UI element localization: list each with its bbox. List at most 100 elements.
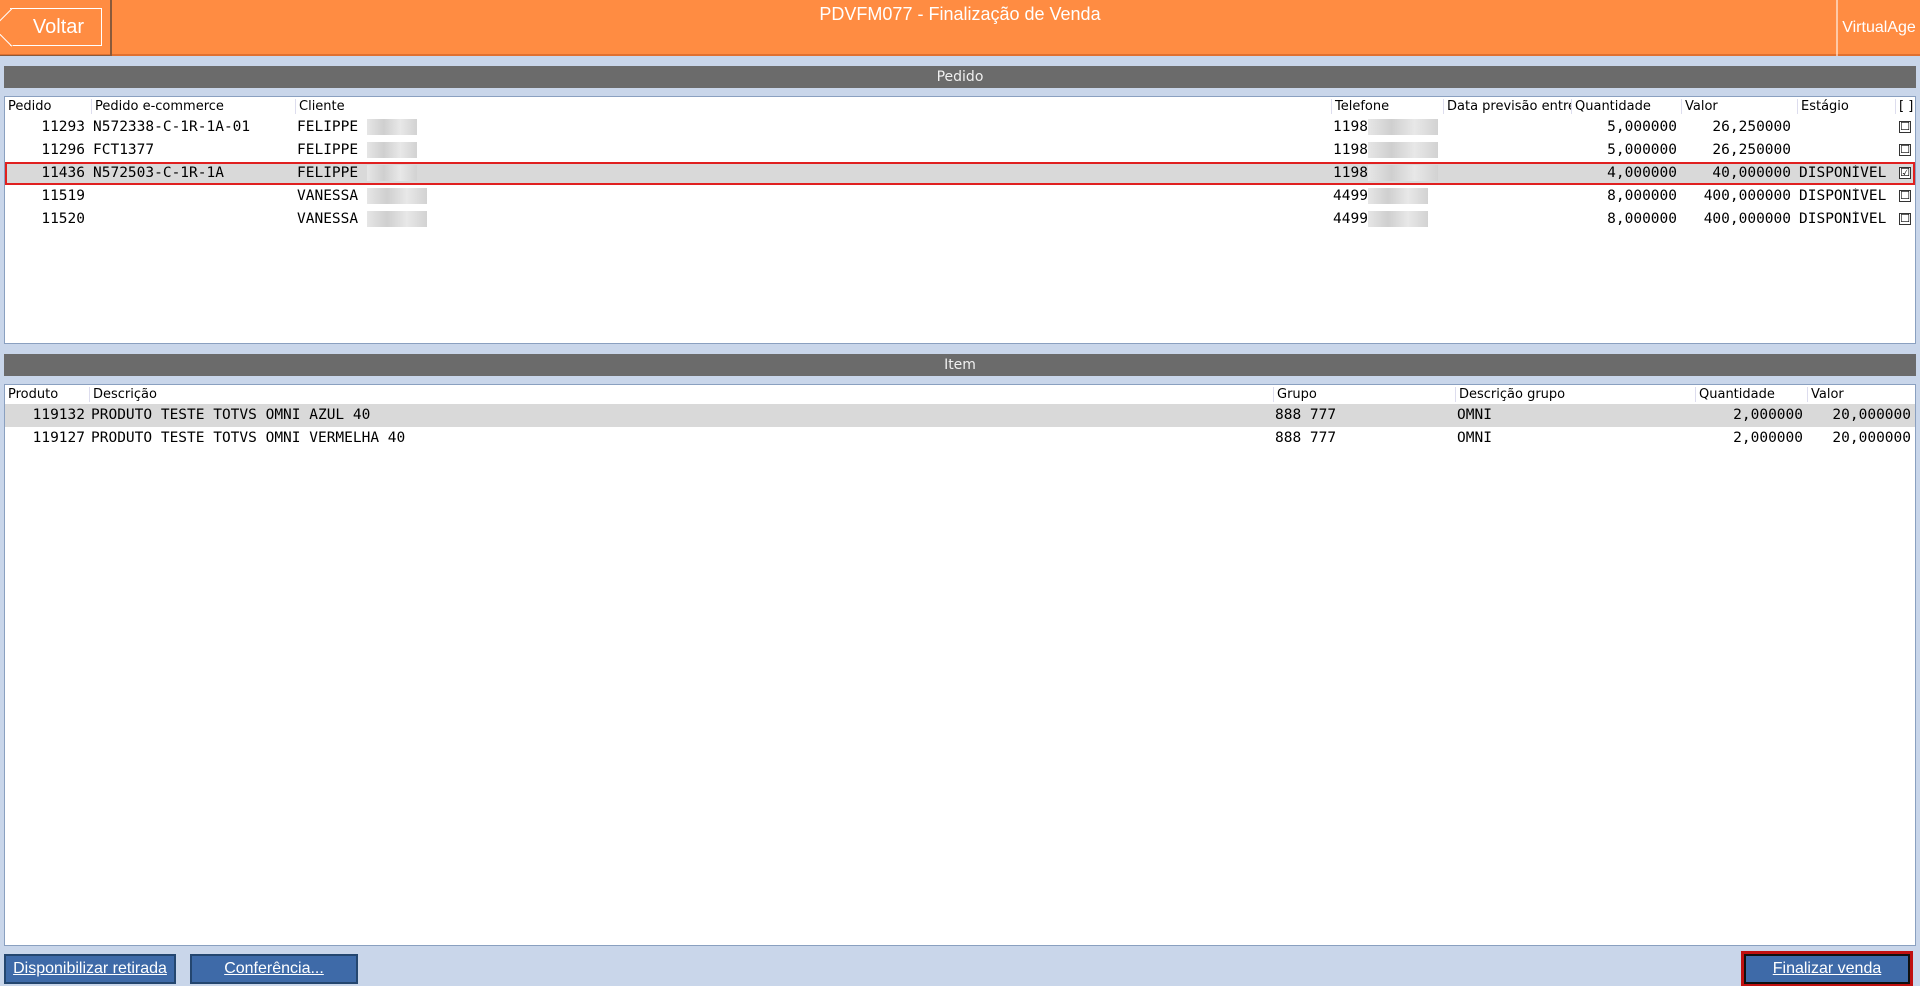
- cell-valor: 26,250000: [1712, 142, 1791, 158]
- telefone-prefix: 1198: [1333, 142, 1368, 158]
- cell-pedido: 11519: [41, 188, 85, 204]
- redacted-text: [1367, 165, 1438, 181]
- redacted-text: [1367, 188, 1428, 204]
- cell-valor: 40,000000: [1712, 165, 1791, 181]
- cell-telefone: 1198: [1333, 165, 1443, 181]
- row-checkbox[interactable]: ☐: [1899, 190, 1911, 202]
- redacted-text: [1367, 119, 1438, 135]
- cell-pedido: 11293: [41, 119, 85, 135]
- table-row-selected[interactable]: 119132 PRODUTO TESTE TOTVS OMNI AZUL 40 …: [5, 404, 1915, 427]
- cell-valor: 400,000000: [1703, 188, 1791, 204]
- col-valor[interactable]: Valor: [1681, 99, 1797, 114]
- pedido-section-title: Pedido: [4, 66, 1916, 88]
- cell-cliente: FELIPPE: [297, 165, 497, 181]
- cliente-name: FELIPPE: [297, 119, 359, 135]
- col-select[interactable]: [ ]: [1895, 99, 1915, 114]
- col-pedido[interactable]: Pedido: [5, 99, 91, 114]
- redacted-text: [366, 119, 417, 135]
- cell-estagio: DISPONÍVEL: [1799, 211, 1887, 227]
- cell-produto: 119127: [32, 430, 85, 446]
- conferencia-button[interactable]: Conferência...: [190, 954, 358, 984]
- cell-pedido: 11436: [41, 165, 85, 181]
- cell-estagio: DISPONÍVEL: [1799, 165, 1887, 181]
- cliente-name: VANESSA: [297, 188, 359, 204]
- telefone-prefix: 4499: [1333, 188, 1368, 204]
- cell-ecommerce: FCT1377: [93, 142, 155, 158]
- item-grid-header: Produto Descrição Grupo Descrição grupo …: [5, 385, 1915, 404]
- cell-quantidade: 2,000000: [1733, 430, 1803, 446]
- col-descricao-grupo[interactable]: Descrição grupo: [1455, 387, 1695, 402]
- row-checkbox[interactable]: ☐: [1899, 121, 1911, 133]
- cell-quantidade: 5,000000: [1607, 142, 1677, 158]
- cell-produto: 119132: [32, 407, 85, 423]
- row-checkbox[interactable]: ☐: [1899, 144, 1911, 156]
- cell-valor: 26,250000: [1712, 119, 1791, 135]
- cell-pedido: 11296: [41, 142, 85, 158]
- disponibilizar-retirada-button[interactable]: Disponibilizar retirada: [4, 954, 176, 984]
- cell-cliente: VANESSA: [297, 211, 497, 227]
- table-row[interactable]: 11519 VANESSA 4499 8,000000 400,000000 D…: [5, 185, 1915, 208]
- redacted-text: [1367, 211, 1428, 227]
- cell-telefone: 4499: [1333, 188, 1443, 204]
- cell-valor: 20,000000: [1832, 430, 1911, 446]
- footer-toolbar: Disponibilizar retirada Conferência... F…: [0, 948, 1920, 986]
- cell-quantidade: 5,000000: [1607, 119, 1677, 135]
- cell-descricao-grupo: OMNI: [1457, 430, 1492, 446]
- cell-descricao: PRODUTO TESTE TOTVS OMNI VERMELHA 40: [91, 430, 406, 446]
- telefone-prefix: 1198: [1333, 119, 1368, 135]
- cell-telefone: 1198: [1333, 119, 1443, 135]
- col-grupo[interactable]: Grupo: [1273, 387, 1455, 402]
- item-section-title: Item: [4, 354, 1916, 376]
- page-title: PDVFM077 - Finalização de Venda: [819, 4, 1101, 24]
- cell-telefone: 1198: [1333, 142, 1443, 158]
- col-telefone[interactable]: Telefone: [1331, 99, 1443, 114]
- telefone-prefix: 1198: [1333, 165, 1368, 181]
- table-row-selected[interactable]: 11436 N572503-C-1R-1A FELIPPE 1198 4,000…: [5, 162, 1915, 185]
- col-estagio[interactable]: Estágio: [1797, 99, 1895, 114]
- table-row[interactable]: 11296 FCT1377 FELIPPE 1198 5,000000 26,2…: [5, 139, 1915, 162]
- col-quantidade[interactable]: Quantidade: [1695, 387, 1807, 402]
- pedido-grid[interactable]: Pedido Pedido e-commerce Cliente Telefon…: [4, 96, 1916, 344]
- col-quantidade[interactable]: Quantidade: [1571, 99, 1681, 114]
- pedido-grid-header: Pedido Pedido e-commerce Cliente Telefon…: [5, 97, 1915, 116]
- col-pedido-ecommerce[interactable]: Pedido e-commerce: [91, 99, 295, 114]
- cell-estagio: DISPONÍVEL: [1799, 188, 1887, 204]
- cell-descricao: PRODUTO TESTE TOTVS OMNI AZUL 40: [91, 407, 371, 423]
- cell-cliente: FELIPPE: [297, 119, 497, 135]
- col-data-previsao[interactable]: Data previsão entre: [1443, 99, 1571, 114]
- cell-valor: 400,000000: [1703, 211, 1791, 227]
- cell-telefone: 4499: [1333, 211, 1443, 227]
- table-row[interactable]: 11293 N572338-C-1R-1A-01 FELIPPE 1198 5,…: [5, 116, 1915, 139]
- title-bar: Voltar PDVFM077 - Finalização de Venda V…: [0, 0, 1920, 56]
- finalizar-venda-button[interactable]: Finalizar venda: [1741, 951, 1913, 986]
- brand-label[interactable]: VirtualAge: [1836, 0, 1920, 56]
- table-row[interactable]: 119127 PRODUTO TESTE TOTVS OMNI VERMELHA…: [5, 427, 1915, 450]
- row-checkbox[interactable]: ☐: [1899, 213, 1911, 225]
- cell-pedido: 11520: [41, 211, 85, 227]
- redacted-text: [366, 211, 427, 227]
- redacted-text: [1367, 142, 1438, 158]
- cell-valor: 20,000000: [1832, 407, 1911, 423]
- redacted-text: [366, 142, 417, 158]
- cell-quantidade: 2,000000: [1733, 407, 1803, 423]
- cell-ecommerce: N572338-C-1R-1A-01: [93, 119, 251, 135]
- cell-quantidade: 8,000000: [1607, 211, 1677, 227]
- redacted-text: [366, 188, 427, 204]
- cliente-name: VANESSA: [297, 211, 359, 227]
- cliente-name: FELIPPE: [297, 165, 359, 181]
- cell-ecommerce: N572503-C-1R-1A: [93, 165, 224, 181]
- table-row[interactable]: 11520 VANESSA 4499 8,000000 400,000000 D…: [5, 208, 1915, 231]
- col-cliente[interactable]: Cliente: [295, 99, 1331, 114]
- telefone-prefix: 4499: [1333, 211, 1368, 227]
- cell-quantidade: 8,000000: [1607, 188, 1677, 204]
- col-descricao[interactable]: Descrição: [89, 387, 1273, 402]
- cell-descricao-grupo: OMNI: [1457, 407, 1492, 423]
- cell-grupo: 888 777: [1275, 407, 1337, 423]
- row-checkbox-checked[interactable]: ☑: [1899, 167, 1911, 179]
- cell-cliente: VANESSA: [297, 188, 497, 204]
- col-valor[interactable]: Valor: [1807, 387, 1915, 402]
- item-grid[interactable]: Produto Descrição Grupo Descrição grupo …: [4, 384, 1916, 946]
- col-produto[interactable]: Produto: [5, 387, 89, 402]
- redacted-text: [366, 165, 417, 181]
- cell-cliente: FELIPPE: [297, 142, 497, 158]
